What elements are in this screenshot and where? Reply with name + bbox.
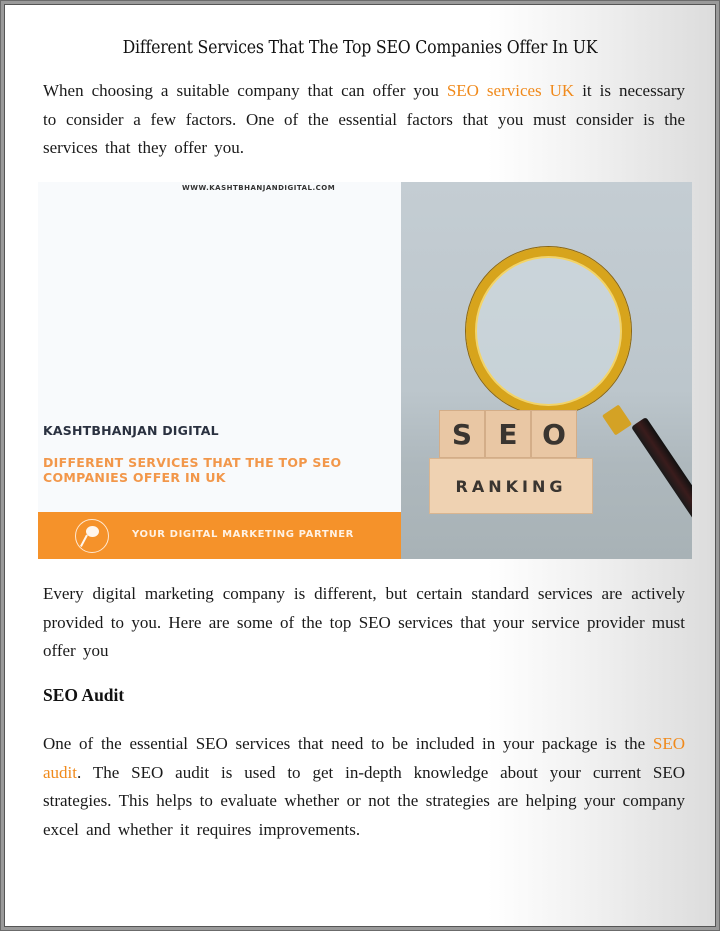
banner-headline: DIFFERENT SERVICES THAT THE TOP SEO COMP… <box>43 455 342 485</box>
seo-blocks: S E O <box>439 410 577 458</box>
banner-tagline-bar: YOUR DIGITAL MARKETING PARTNER <box>38 512 401 559</box>
banner-photo: S E O RANKING <box>401 182 692 559</box>
seo-services-uk-link[interactable]: SEO services UK <box>447 81 574 100</box>
document-page: Different Services That The Top SEO Comp… <box>4 4 716 927</box>
services-paragraph: Every digital marketing company is diffe… <box>43 584 685 661</box>
intro-text-before: When choosing a suitable company that ca… <box>43 81 447 100</box>
pin-icon-needle <box>80 534 88 547</box>
pin-icon <box>75 519 109 553</box>
banner-site-url: WWW.KASHTBHANJANDIGITAL.COM <box>182 184 336 192</box>
banner-image: WWW.KASHTBHANJANDIGITAL.COM KASHTBHANJAN… <box>38 182 692 559</box>
block-letter: S <box>439 410 485 458</box>
magnifier-collar <box>601 404 633 436</box>
section-heading-seo-audit: SEO Audit <box>43 685 125 705</box>
page-frame: Different Services That The Top SEO Comp… <box>0 0 720 931</box>
banner-left-panel: WWW.KASHTBHANJANDIGITAL.COM KASHTBHANJAN… <box>38 182 401 559</box>
ranking-block: RANKING <box>429 458 593 514</box>
banner-brand: KASHTBHANJAN DIGITAL <box>43 423 219 438</box>
audit-text-before: One of the essential SEO services that n… <box>43 734 653 753</box>
intro-paragraph: When choosing a suitable company that ca… <box>43 77 685 163</box>
banner-tagline: YOUR DIGITAL MARKETING PARTNER <box>132 529 354 540</box>
block-letter: O <box>531 410 577 458</box>
document-title: Different Services That The Top SEO Comp… <box>122 38 598 58</box>
seo-audit-paragraph: One of the essential SEO services that n… <box>43 730 685 845</box>
audit-text-after: . The SEO audit is used to get in-depth … <box>43 762 685 840</box>
magnifier-handle <box>631 416 692 527</box>
magnifying-glass-icon <box>466 247 631 415</box>
block-letter: E <box>485 410 531 458</box>
